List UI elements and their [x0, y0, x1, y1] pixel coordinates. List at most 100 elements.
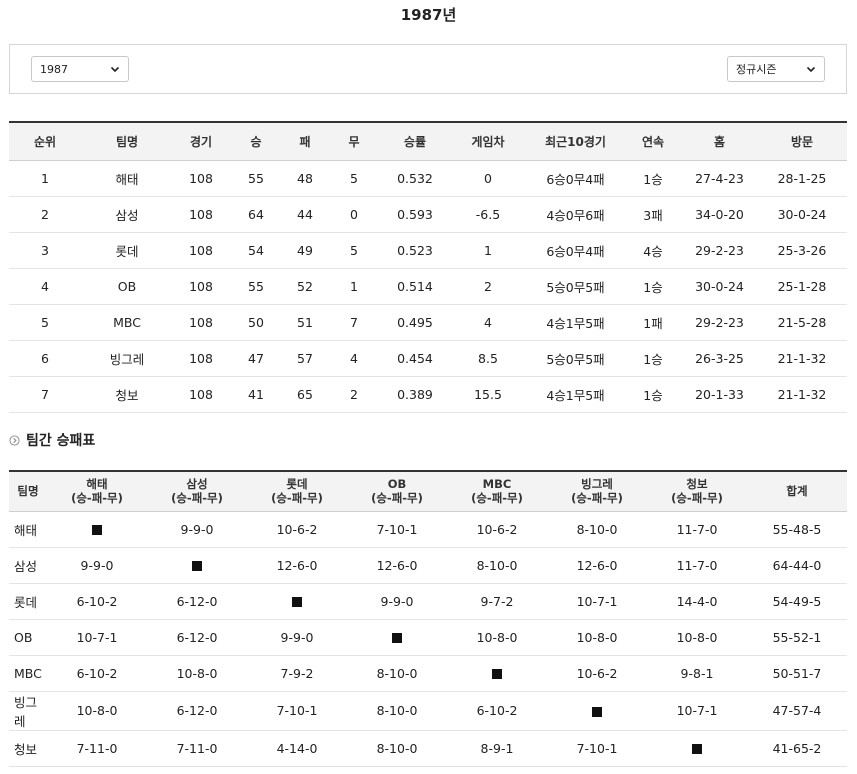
- table-cell: 4승1무5패: [546, 315, 605, 331]
- matrix-column-header: 빙그레 (승-패-무): [547, 471, 647, 512]
- table-cell: 6승0무4패: [546, 171, 605, 187]
- matrix-column-sublabel: (승-패-무): [271, 491, 323, 506]
- standings-table: 순위 팀명 경기 승 패 무 승률 게임차 최근10경기 연속 홈 방문 1 해태 108 55 48 5 0.5…: [9, 121, 847, 413]
- matrix-total-cell: 55-52-1: [772, 629, 822, 645]
- table-cell: 11-7-0: [676, 521, 718, 537]
- standings-column-header: 연속: [624, 122, 682, 161]
- section-title: 팀간 승패표: [9, 431, 95, 449]
- table-cell: 108: [189, 206, 213, 222]
- standings-header-row: 순위 팀명 경기 승 패 무 승률 게임차 최근10경기 연속 홈 방문: [9, 122, 847, 161]
- filter-bar: 1987 정규시즌: [9, 44, 847, 94]
- table-cell: 10-8-0: [176, 665, 218, 681]
- table-cell: 64: [248, 206, 264, 222]
- table-cell: 8-10-0: [576, 521, 618, 537]
- table-cell: 51: [297, 314, 313, 330]
- standings-column-header: 게임차: [449, 122, 527, 161]
- section-title-text: 팀간 승패표: [26, 433, 96, 449]
- head-to-head-table: 팀명 해태 (승-패-무) 삼성 (승-패-무) 롯데 (승-패-무) OB (승-패-무) MB…: [9, 470, 847, 767]
- table-cell: 0.523: [397, 242, 433, 258]
- table-cell: 12-6-0: [376, 557, 418, 573]
- matrix-column-sublabel: (승-패-무): [571, 491, 623, 506]
- table-cell: 0: [350, 206, 358, 222]
- matrix-column-team: 해태: [86, 477, 108, 492]
- year-select[interactable]: 1987: [31, 56, 129, 82]
- table-cell: 11-7-0: [676, 557, 718, 573]
- table-cell: 8-10-0: [476, 557, 518, 573]
- matrix-column-header: 삼성 (승-패-무): [147, 471, 247, 512]
- table-cell: 44: [297, 206, 313, 222]
- table-cell: 4: [350, 350, 358, 366]
- self-match-cell: ■: [47, 511, 147, 547]
- chevron-down-icon: [806, 66, 816, 73]
- table-cell: 7-10-1: [376, 521, 418, 537]
- table-cell: 0.454: [397, 350, 433, 366]
- matrix-total-cell: 55-48-5: [772, 521, 822, 537]
- table-cell: MBC: [113, 314, 141, 330]
- matrix-column-sublabel: (승-패-무): [471, 491, 523, 506]
- table-cell: 10-8-0: [576, 629, 618, 645]
- table-cell: 6-12-0: [176, 703, 218, 718]
- table-row: 삼성 9-9-0 ■ 12-6-0 12-6-0 8-10-0 12-6-0 11-7-0 64…: [9, 547, 847, 583]
- matrix-total-cell: 47-57-4: [772, 703, 822, 718]
- matrix-total-cell: 50-51-7: [772, 665, 822, 681]
- standings-column-header: 팀명: [81, 122, 173, 161]
- table-cell: 65: [297, 386, 313, 402]
- table-cell: 20-1-33: [695, 386, 744, 402]
- table-row: OB 10-7-1 6-12-0 9-9-0 ■ 10-8-0 10-8-0 10-8-0 55…: [9, 619, 847, 655]
- self-match-square: ■: [392, 633, 402, 643]
- table-cell: 52: [297, 278, 313, 294]
- standings-column-header: 패: [283, 122, 327, 161]
- chevron-down-icon: [110, 66, 120, 73]
- table-cell: 26-3-25: [695, 350, 744, 366]
- matrix-column-sublabel: (승-패-무): [371, 491, 423, 506]
- matrix-column-team: 빙그레: [581, 477, 613, 492]
- table-cell: 2: [484, 278, 492, 294]
- table-cell: 34-0-20: [695, 206, 744, 222]
- table-cell: 9-9-0: [180, 521, 214, 537]
- matrix-column-header: 롯데 (승-패-무): [247, 471, 347, 512]
- table-row: 1 해태 108 55 48 5 0.532 0 6승0무4패 1승 27-4-23 28-1-25: [9, 160, 847, 196]
- table-cell: 21-1-32: [777, 350, 827, 366]
- standings-column-header: 승: [229, 122, 283, 161]
- table-cell: 4: [41, 278, 49, 294]
- table-cell: 1: [484, 242, 492, 258]
- table-cell: 21-5-28: [777, 314, 827, 330]
- matrix-team-header: 팀명: [9, 471, 47, 512]
- self-match-cell: ■: [247, 583, 347, 619]
- table-cell: 6-10-2: [476, 703, 518, 718]
- table-cell: 29-2-23: [695, 242, 744, 258]
- table-cell: 빙그레: [109, 351, 145, 367]
- self-match-square: ■: [592, 706, 602, 717]
- table-cell: 0.495: [397, 314, 433, 330]
- table-row: 2 삼성 108 64 44 0 0.593 -6.5 4승0무6패 3패 34-0-20 30-0-…: [9, 196, 847, 232]
- table-cell: 7-11-0: [176, 740, 218, 756]
- table-cell: 6-10-2: [76, 593, 118, 609]
- standings-column-header: 최근10경기: [527, 122, 624, 161]
- matrix-team-cell: 빙그레: [14, 694, 38, 729]
- standings-column-header: 무: [327, 122, 381, 161]
- table-cell: 0.389: [397, 386, 433, 402]
- table-cell: 9-7-2: [480, 593, 514, 609]
- page-title: 1987년: [400, 6, 457, 24]
- table-cell: 55: [248, 170, 264, 186]
- table-cell: 2: [350, 386, 358, 402]
- table-row: 해태 ■ 9-9-0 10-6-2 7-10-1 10-6-2 8-10-0 11-7-0 55…: [9, 511, 847, 547]
- table-cell: 삼성: [115, 207, 139, 223]
- season-select[interactable]: 정규시즌: [727, 56, 825, 82]
- matrix-column-sublabel: (승-패-무): [71, 491, 123, 506]
- table-cell: 10-6-2: [476, 521, 518, 537]
- table-row: 3 롯데 108 54 49 5 0.523 1 6승0무4패 4승 29-2-23 25-3-26: [9, 232, 847, 268]
- standings-column-header: 경기: [173, 122, 229, 161]
- table-cell: 7: [41, 386, 49, 402]
- table-cell: OB: [117, 278, 137, 294]
- matrix-column-sublabel: (승-패-무): [671, 491, 723, 506]
- table-cell: 4승0무6패: [546, 207, 605, 223]
- table-cell: 6: [41, 350, 49, 366]
- matrix-total-cell: 64-44-0: [772, 557, 822, 573]
- table-cell: 108: [189, 242, 213, 258]
- self-match-square: ■: [692, 744, 702, 754]
- table-cell: 8.5: [478, 350, 498, 366]
- table-cell: 8-9-1: [480, 740, 514, 756]
- table-cell: 6-12-0: [176, 593, 218, 609]
- table-row: 7 청보 108 41 65 2 0.389 15.5 4승1무5패 1승 20-1-33 21-1-…: [9, 376, 847, 412]
